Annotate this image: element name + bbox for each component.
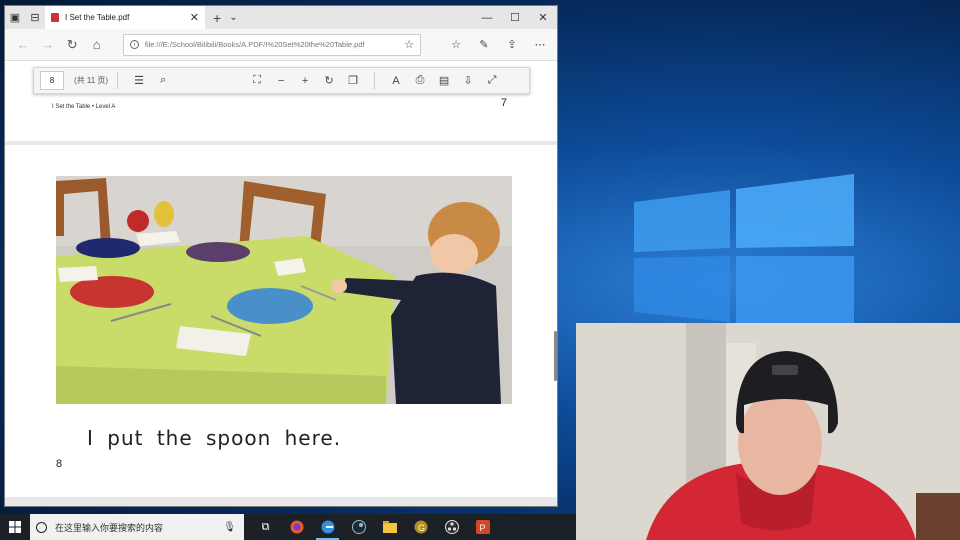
share-icon[interactable]: ⇪ xyxy=(501,38,523,51)
url-text: file:///E:/School/Bilibili/Books/A.PDF/I… xyxy=(144,40,365,49)
url-input[interactable]: i file:///E:/School/Bilibili/Books/A.PDF… xyxy=(122,33,422,56)
windows-logo-wallpaper xyxy=(634,174,854,330)
window-controls: — ☐ ✕ xyxy=(473,6,557,29)
new-tab-icon[interactable]: + xyxy=(213,10,221,26)
refresh-icon[interactable]: ↻ xyxy=(60,33,84,57)
contents-icon[interactable]: ☰ xyxy=(127,74,151,87)
taskbar: 在这里输入你要搜索的内容 🎙 ⧉ G P xyxy=(0,514,576,540)
pdf-viewer[interactable]: I Set the Table • Level A 7 8 (共 11 页) ☰… xyxy=(5,61,557,506)
webcam-person-image xyxy=(576,323,960,540)
current-page-number: 8 xyxy=(56,458,63,470)
favorite-star-icon[interactable]: ☆ xyxy=(404,38,414,51)
file-explorer-icon[interactable] xyxy=(374,514,405,540)
steam-icon[interactable] xyxy=(343,514,374,540)
pen-icon[interactable]: ✎ xyxy=(473,38,495,51)
windows-start-icon xyxy=(9,521,21,533)
scrollbar-thumb[interactable] xyxy=(554,331,557,381)
svg-text:G: G xyxy=(418,523,425,533)
pdf-page-current: I put the spoon here. 8 xyxy=(5,145,557,497)
start-button[interactable] xyxy=(0,514,30,540)
webcam-overlay xyxy=(576,323,960,540)
minimize-icon[interactable]: — xyxy=(473,6,501,29)
browser-window: ▣ ⊟ I Set the Table.pdf ✕ + ⌄ — ☐ ✕ ← → … xyxy=(4,5,558,507)
zoom-in-icon[interactable]: + xyxy=(293,75,317,87)
rotate-icon[interactable]: ↻ xyxy=(317,74,341,87)
tab-title: I Set the Table.pdf xyxy=(65,13,130,22)
browser-tools: ☆ ✎ ⇪ ⋯ xyxy=(445,38,551,51)
back-icon[interactable]: ← xyxy=(11,33,35,57)
app-g-icon[interactable]: G xyxy=(405,514,436,540)
task-view-icon[interactable]: ⧉ xyxy=(250,514,281,540)
close-icon[interactable]: ✕ xyxy=(529,6,557,29)
info-icon[interactable]: i xyxy=(129,40,139,49)
home-icon[interactable]: ⌂ xyxy=(84,33,108,57)
zoom-out-icon[interactable]: − xyxy=(269,75,293,87)
toolbar-divider xyxy=(117,72,119,89)
powerpoint-icon[interactable]: P xyxy=(467,514,498,540)
tab-list-chevron-icon[interactable]: ⌄ xyxy=(229,12,237,23)
svg-text:P: P xyxy=(479,523,485,533)
fullscreen-icon[interactable]: ⤢ xyxy=(480,74,504,87)
taskbar-search-input[interactable]: 在这里输入你要搜索的内容 🎙 xyxy=(30,514,244,540)
cortana-icon xyxy=(36,521,47,533)
tab-actions-icon[interactable]: ▣ xyxy=(5,6,25,29)
obs-icon[interactable] xyxy=(436,514,467,540)
print-icon[interactable]: ⎙ xyxy=(408,74,432,87)
favorites-icon[interactable]: ☆ xyxy=(445,38,467,51)
tab-close-icon[interactable]: ✕ xyxy=(190,11,199,24)
save-icon[interactable]: ▤ xyxy=(432,74,456,87)
toolbar-divider xyxy=(374,72,376,89)
address-bar: ← → ↻ ⌂ i file:///E:/School/Bilibili/Boo… xyxy=(5,29,557,61)
save-as-icon[interactable]: ⇩ xyxy=(456,74,480,87)
read-aloud-icon[interactable]: A xyxy=(384,75,408,87)
tab-bar: ▣ ⊟ I Set the Table.pdf ✕ + ⌄ — ☐ ✕ xyxy=(5,6,557,29)
pdf-toolbar: 8 (共 11 页) ☰ ⌕ ⛶ − + ↻ ❐ A ⎙ ▤ ⇩ ⤢ xyxy=(33,67,530,94)
page-number-input[interactable]: 8 xyxy=(40,71,64,90)
page-header: I Set the Table • Level A xyxy=(52,104,116,110)
search-placeholder: 在这里输入你要搜索的内容 xyxy=(55,522,164,533)
microphone-icon[interactable]: 🎙 xyxy=(223,522,236,533)
forward-icon[interactable]: → xyxy=(35,33,59,57)
page-caption: I put the spoon here. xyxy=(87,426,342,450)
prev-page-number: 7 xyxy=(500,97,507,109)
page-total: (共 11 页) xyxy=(74,76,109,85)
pdf-icon xyxy=(51,13,59,22)
more-icon[interactable]: ⋯ xyxy=(529,38,551,51)
firefox-icon[interactable] xyxy=(281,514,312,540)
tabs-aside-icon[interactable]: ⊟ xyxy=(25,6,45,29)
page-view-icon[interactable]: ❐ xyxy=(341,74,365,87)
taskbar-apps: ⧉ G P xyxy=(250,514,498,540)
edge-icon[interactable] xyxy=(312,514,343,540)
tab-active[interactable]: I Set the Table.pdf ✕ xyxy=(45,6,205,29)
search-icon[interactable]: ⌕ xyxy=(151,74,175,87)
maximize-icon[interactable]: ☐ xyxy=(501,6,529,29)
fit-page-icon[interactable]: ⛶ xyxy=(245,74,269,87)
book-illustration-photo xyxy=(56,176,512,404)
